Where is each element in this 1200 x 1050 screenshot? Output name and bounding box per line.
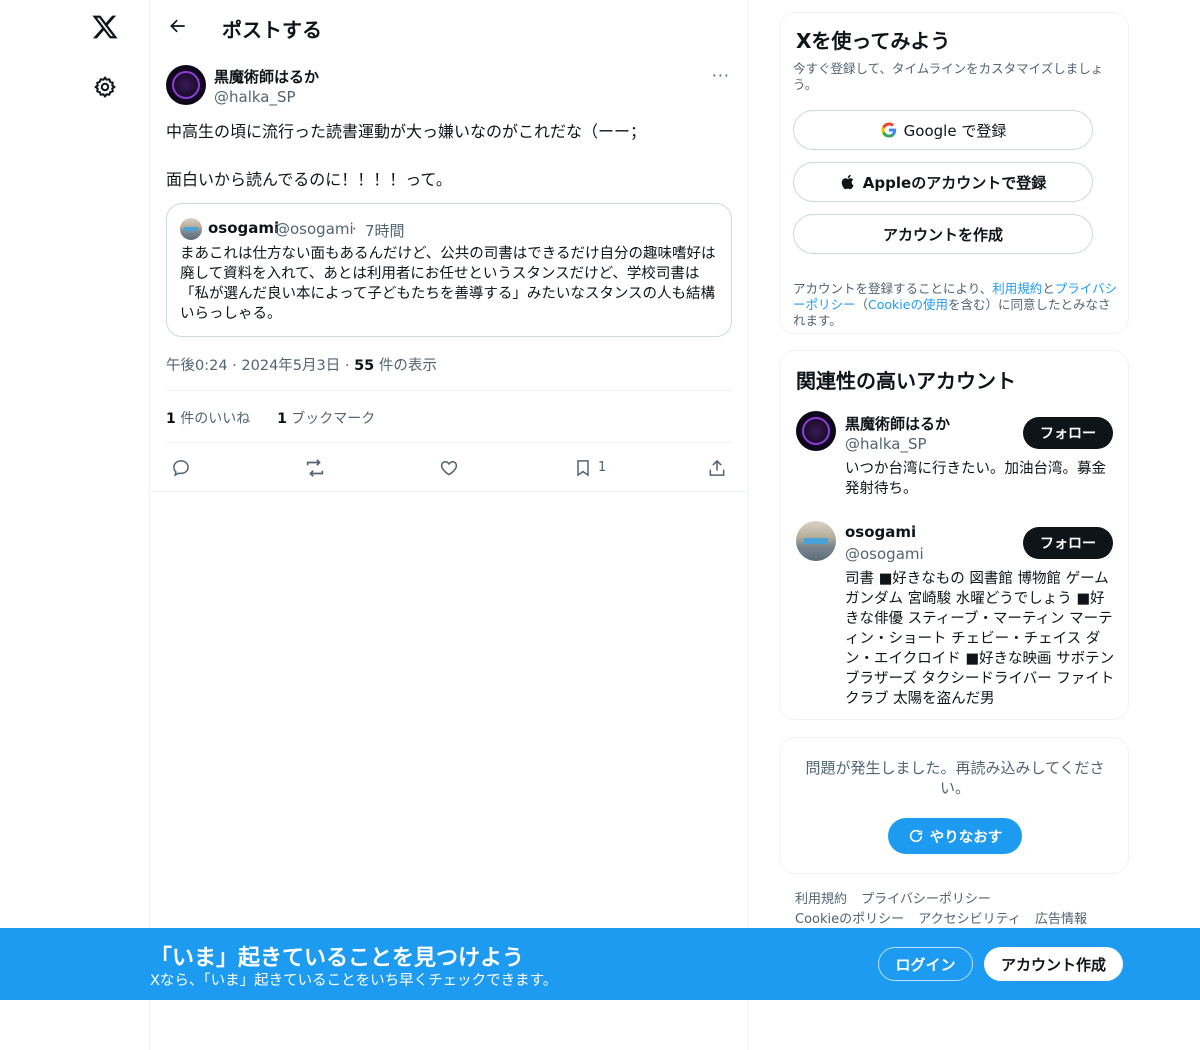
post-stats: 1 件のいいね 1 ブックマーク bbox=[166, 408, 375, 428]
account-handle: @osogami bbox=[845, 545, 924, 563]
follow-button[interactable]: フォロー bbox=[1023, 527, 1113, 559]
main-column: ポストする 黒魔術師はるか @halka_SP ··· 中高生の頃に流行った読書… bbox=[150, 0, 749, 1050]
x-logo-icon[interactable] bbox=[88, 10, 122, 44]
refresh-icon bbox=[909, 829, 922, 843]
footer-links: 利用規約 プライバシーポリシー Cookieのポリシー アクセシビリティ 広告情… bbox=[795, 890, 1115, 930]
quote-time: 7時間 bbox=[365, 222, 405, 240]
quote-author-name: osogami bbox=[208, 219, 280, 237]
bar-title: 「いま」起きていることを見つけよう bbox=[150, 946, 525, 971]
share-icon[interactable] bbox=[705, 456, 729, 480]
bookmark-count: 1 bbox=[598, 460, 607, 475]
bar-subtitle: Xなら、「いま」起きていることをいち早くチェックできます。 bbox=[150, 973, 558, 989]
likes-stat[interactable]: 1 件のいいね bbox=[166, 411, 250, 427]
post-header: ポストする bbox=[150, 0, 749, 53]
create-account-button[interactable]: アカウントを作成 bbox=[793, 214, 1093, 254]
quote-text: まあこれは仕方ない面もあるんだけど、公共の司書はできるだけ自分の趣味嗜好は廃して… bbox=[180, 246, 716, 322]
login-button[interactable]: ログイン bbox=[878, 947, 973, 981]
views-label: 件の表示 bbox=[374, 358, 437, 374]
error-card: 問題が発生しました。再読み込みしてください。 やりなおす bbox=[779, 737, 1129, 874]
back-arrow-icon[interactable] bbox=[164, 12, 192, 40]
apple-signup-button[interactable]: Appleのアカウントで登録 bbox=[793, 162, 1093, 202]
more-options-icon[interactable]: ··· bbox=[712, 66, 730, 85]
quote-avatar bbox=[180, 218, 202, 240]
footer-link[interactable]: 広告情報 bbox=[1035, 912, 1087, 927]
like-heart-icon[interactable] bbox=[437, 456, 461, 480]
bookmarks-stat[interactable]: 1 ブックマーク bbox=[277, 411, 375, 427]
footer-link[interactable]: 利用規約 bbox=[795, 892, 847, 907]
cookie-link[interactable]: Cookieの使用 bbox=[868, 297, 948, 312]
reply-icon[interactable] bbox=[169, 456, 193, 480]
login-prompt-bar: 「いま」起きていることを見つけよう Xなら、「いま」起きていることをいち早くチェ… bbox=[0, 928, 1200, 1000]
footer-link[interactable]: プライバシーポリシー bbox=[861, 892, 991, 907]
quote-separator: · bbox=[352, 220, 357, 238]
author-handle[interactable]: @halka_SP bbox=[214, 88, 296, 106]
views-count: 55 bbox=[354, 358, 375, 374]
follow-button[interactable]: フォロー bbox=[1023, 417, 1113, 449]
settings-gear-icon[interactable] bbox=[88, 70, 122, 104]
left-nav bbox=[0, 0, 150, 1050]
author-name[interactable]: 黒魔術師はるか bbox=[214, 66, 319, 87]
avatar bbox=[796, 521, 836, 561]
repost-icon[interactable] bbox=[303, 456, 327, 480]
post-text: 中高生の頃に流行った読書運動が大っ嫌いなのがこれだな（ーー； 面白いから読んでる… bbox=[166, 122, 647, 189]
footer-link[interactable]: Cookieのポリシー bbox=[795, 912, 904, 927]
account-name: osogami bbox=[845, 523, 917, 541]
retry-button[interactable]: やりなおす bbox=[888, 818, 1022, 854]
divider bbox=[150, 491, 749, 492]
apple-icon bbox=[841, 174, 854, 190]
signup-title: Xを使ってみよう bbox=[796, 29, 951, 53]
account-name: 黒魔術師はるか bbox=[845, 415, 951, 433]
signup-subtitle: 今すぐ登録して、タイムラインをカスタマイズしましょう。 bbox=[793, 61, 1104, 92]
post-timestamp[interactable]: 午後0:24 · 2024年5月3日 · bbox=[166, 358, 354, 374]
bookmark-icon[interactable] bbox=[571, 456, 595, 480]
post-meta: 午後0:24 · 2024年5月3日 · 55 件の表示 bbox=[166, 354, 437, 375]
related-accounts-card: 関連性の高いアカウント 黒魔術師はるか @halka_SP フォロー いつか台湾… bbox=[779, 350, 1129, 720]
google-signup-button[interactable]: Google で登録 bbox=[793, 110, 1093, 150]
quoted-post[interactable]: osogami @osogami · 7時間 まあこれは仕方ない面もあるんだけど… bbox=[166, 203, 732, 337]
quote-author-handle: @osogami bbox=[275, 220, 354, 238]
account-bio: いつか台湾に行きたい。加油台湾。募金発射待ち。 bbox=[845, 461, 1106, 497]
signup-card: Xを使ってみよう 今すぐ登録して、タイムラインをカスタマイズしましょう。 Goo… bbox=[779, 12, 1129, 334]
terms-link[interactable]: 利用規約 bbox=[992, 281, 1042, 296]
legal-notice: アカウントを登録することにより、利用規約とプライバシーポリシー（Cookieの使… bbox=[793, 281, 1118, 328]
google-icon bbox=[881, 122, 896, 138]
divider bbox=[166, 442, 733, 443]
avatar bbox=[796, 411, 836, 451]
account-bio: 司書 ■好きなもの 図書館 博物館 ゲーム ガンダム 宮崎駿 水曜どうでしょう … bbox=[845, 571, 1115, 707]
author-avatar[interactable] bbox=[166, 65, 206, 105]
error-message: 問題が発生しました。再読み込みしてください。 bbox=[805, 759, 1105, 797]
footer-link[interactable]: アクセシビリティ bbox=[918, 912, 1021, 927]
page-title: ポストする bbox=[222, 18, 322, 42]
signup-button[interactable]: アカウント作成 bbox=[984, 947, 1123, 981]
related-title: 関連性の高いアカウント bbox=[796, 369, 1016, 393]
divider bbox=[166, 390, 733, 391]
account-handle: @halka_SP bbox=[845, 435, 927, 453]
